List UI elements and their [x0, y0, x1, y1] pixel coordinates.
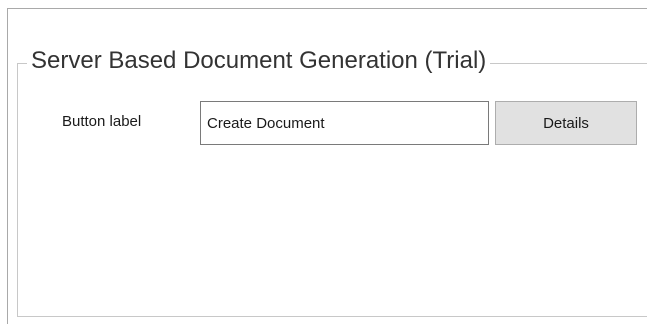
window-left-border	[7, 8, 8, 324]
button-label-input[interactable]	[200, 101, 489, 145]
groupbox-title: Server Based Document Generation (Trial)	[27, 43, 491, 79]
dialog-window: Server Based Document Generation (Trial)…	[0, 0, 647, 324]
details-button[interactable]: Details	[495, 101, 637, 145]
button-label-caption: Button label	[62, 113, 142, 130]
window-top-border	[7, 8, 647, 9]
